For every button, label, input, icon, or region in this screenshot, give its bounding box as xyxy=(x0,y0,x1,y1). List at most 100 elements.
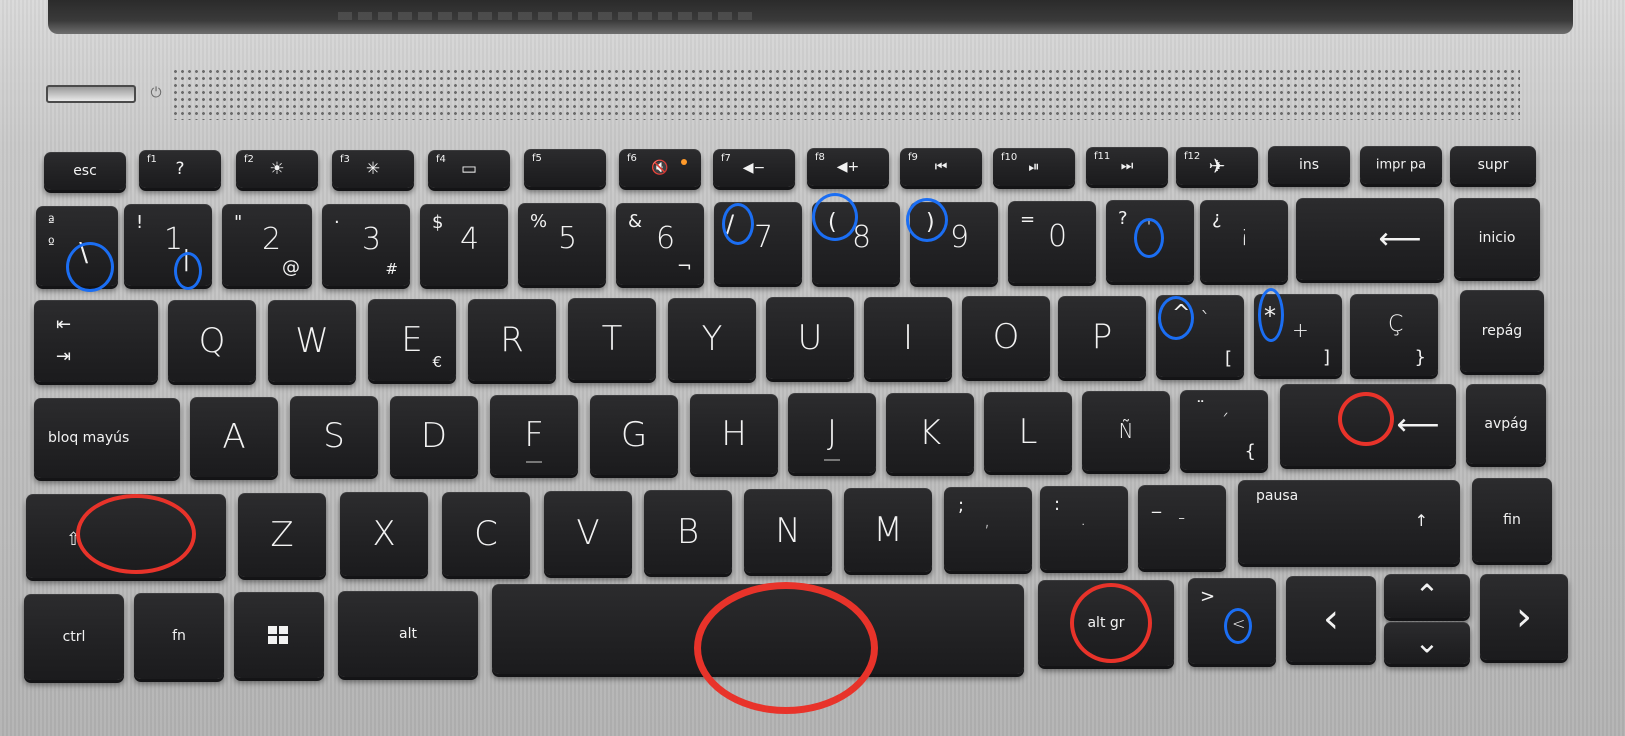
key-g[interactable]: G xyxy=(590,395,678,475)
key-mid-symbol: º xyxy=(48,236,55,252)
tab-icon: ⇥ xyxy=(56,346,72,367)
key-a[interactable]: A xyxy=(190,397,278,477)
key-shift-left[interactable]: ⇧ xyxy=(26,494,226,578)
key-plus[interactable]: * + ] xyxy=(1254,294,1342,376)
key-supr[interactable]: supr xyxy=(1450,146,1536,184)
key-j[interactable]: J xyxy=(788,393,876,473)
key-ordinal[interactable]: ª º \ xyxy=(36,206,118,286)
play-pause-icon: ⏯ xyxy=(1028,159,1040,175)
key-top-symbol: ? xyxy=(1118,208,1128,229)
key-r[interactable]: R xyxy=(468,299,556,381)
key-t[interactable]: T xyxy=(568,298,656,380)
key-4[interactable]: $ 4 xyxy=(420,204,508,286)
key-f4[interactable]: f4 ▭ xyxy=(428,150,510,188)
key-backspace[interactable]: ⟵ xyxy=(1296,198,1444,280)
key-enye[interactable]: Ñ xyxy=(1082,391,1170,471)
key-alt[interactable]: alt xyxy=(338,591,478,677)
key-v[interactable]: V xyxy=(544,491,632,575)
key-m[interactable]: M xyxy=(844,488,932,572)
key-comma[interactable]: ; , xyxy=(944,487,1032,571)
key-6[interactable]: & 6 ¬ xyxy=(616,203,704,285)
key-label: fn xyxy=(172,628,186,644)
key-f11[interactable]: f11 ⏭ xyxy=(1086,147,1168,185)
key-shift-right[interactable]: pausa ↑ xyxy=(1238,480,1460,564)
key-label: esc xyxy=(73,163,97,179)
key-f5[interactable]: f5 xyxy=(524,149,606,187)
key-arrow-right[interactable]: › xyxy=(1480,574,1568,660)
key-9[interactable]: ) 9 xyxy=(910,202,998,284)
key-f3[interactable]: f3 ✳ xyxy=(332,150,414,188)
key-arrow-up[interactable]: ⌃ xyxy=(1384,574,1470,618)
key-fin[interactable]: fin xyxy=(1472,478,1552,562)
key-apostrophe[interactable]: ? ' xyxy=(1106,200,1194,282)
key-letter: O xyxy=(992,317,1020,357)
power-button[interactable] xyxy=(46,85,136,103)
key-2[interactable]: " 2 @ xyxy=(222,204,312,286)
key-l[interactable]: L xyxy=(984,392,1072,472)
key-f12[interactable]: f12 ✈ xyxy=(1176,147,1258,185)
key-label: pausa xyxy=(1256,488,1299,504)
key-esc[interactable]: esc xyxy=(44,152,126,190)
key-angle-bracket[interactable]: > < xyxy=(1188,578,1276,664)
key-f6[interactable]: f6 🔇 xyxy=(619,149,701,187)
key-f1[interactable]: f1 ? xyxy=(139,150,221,188)
key-5[interactable]: % 5 xyxy=(518,203,606,285)
key-inicio[interactable]: inicio xyxy=(1454,198,1540,278)
key-o[interactable]: O xyxy=(962,296,1050,378)
key-f2[interactable]: f2 ☀ xyxy=(236,150,318,188)
key-8[interactable]: ( 8 xyxy=(812,202,900,284)
key-minus[interactable]: _ - xyxy=(1138,485,1226,569)
key-top-symbol: ¿ xyxy=(1212,208,1222,229)
key-z[interactable]: Z xyxy=(238,493,326,577)
key-label: inicio xyxy=(1478,230,1516,246)
key-i[interactable]: I xyxy=(864,297,952,379)
key-f10[interactable]: f10 ⏯ xyxy=(993,148,1075,186)
key-f8[interactable]: f8 ◀+ xyxy=(807,148,889,186)
key-3[interactable]: · 3 # xyxy=(322,204,410,286)
key-arrow-down[interactable]: ⌄ xyxy=(1384,622,1470,664)
key-arrow-left[interactable]: ‹ xyxy=(1286,576,1376,662)
key-w[interactable]: W xyxy=(268,300,356,382)
key-d[interactable]: D xyxy=(390,396,478,476)
key-period[interactable]: : . xyxy=(1040,486,1128,570)
key-top-symbol: ( xyxy=(828,210,837,235)
key-p[interactable]: P xyxy=(1058,296,1146,378)
key-impr-pa[interactable]: impr pa xyxy=(1360,146,1442,184)
key-1[interactable]: ! 1 | xyxy=(124,204,212,286)
key-k[interactable]: K xyxy=(886,393,974,473)
key-acute[interactable]: ¨ ´ { xyxy=(1180,390,1268,470)
key-ins[interactable]: ins xyxy=(1268,146,1350,184)
key-alt-gr[interactable]: alt gr xyxy=(1038,580,1174,666)
key-space[interactable] xyxy=(492,584,1024,674)
key-caps-lock[interactable]: bloq mayús xyxy=(34,398,180,478)
key-b[interactable]: B xyxy=(644,490,732,574)
key-top-symbol: * xyxy=(1264,302,1276,330)
key-main-symbol: 3 xyxy=(362,222,382,257)
key-x[interactable]: X xyxy=(340,492,428,576)
key-grave[interactable]: ^ ` [ xyxy=(1156,295,1244,377)
key-n[interactable]: N xyxy=(744,489,832,573)
key-f7[interactable]: f7 ◀− xyxy=(713,149,795,187)
key-h[interactable]: H xyxy=(690,394,778,474)
key-repag[interactable]: repág xyxy=(1460,290,1544,372)
key-inverted-exclamation[interactable]: ¿ ¡ xyxy=(1200,200,1288,282)
key-c[interactable]: C xyxy=(442,492,530,576)
key-u[interactable]: U xyxy=(766,297,854,379)
key-e[interactable]: E € xyxy=(368,299,456,381)
brightness-up-icon: ✳ xyxy=(365,159,381,179)
key-avpag[interactable]: avpág xyxy=(1466,384,1546,464)
key-7[interactable]: / 7 xyxy=(714,202,802,284)
key-0[interactable]: = 0 xyxy=(1008,201,1096,283)
key-s[interactable]: S xyxy=(290,396,378,476)
key-f[interactable]: F xyxy=(490,395,578,475)
key-f9[interactable]: f9 ⏮ xyxy=(900,148,982,186)
key-ctrl[interactable]: ctrl xyxy=(24,594,124,680)
key-windows[interactable] xyxy=(234,592,324,678)
key-enter[interactable]: ⟵ xyxy=(1280,384,1456,466)
key-letter: B xyxy=(676,512,700,552)
key-y[interactable]: Y xyxy=(668,298,756,380)
key-q[interactable]: Q xyxy=(168,300,256,382)
key-fn[interactable]: fn xyxy=(134,593,224,679)
key-tab[interactable]: ⇤ ⇥ xyxy=(34,300,158,382)
key-cedilla[interactable]: Ç } xyxy=(1350,294,1438,376)
